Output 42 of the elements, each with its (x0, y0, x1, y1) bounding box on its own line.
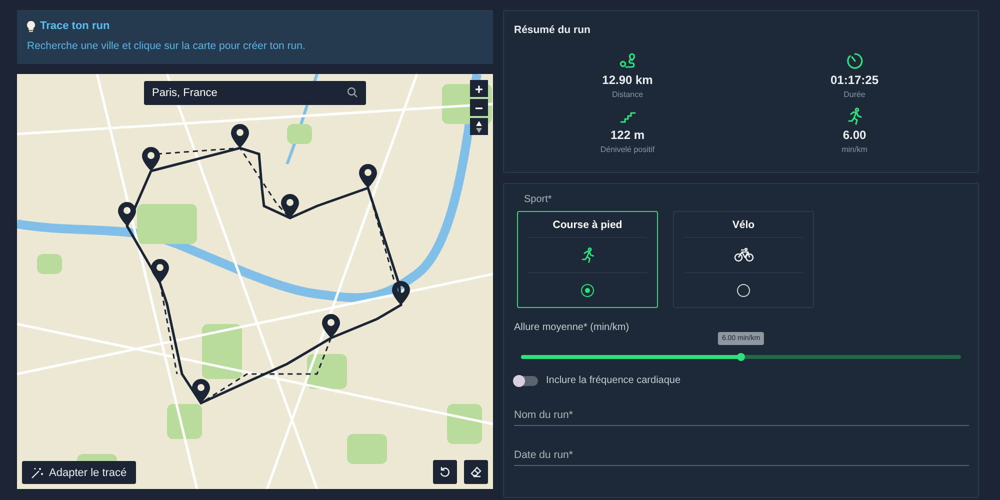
slider-thumb[interactable] (737, 353, 745, 361)
undo-button[interactable] (433, 460, 457, 484)
compass-button[interactable] (470, 118, 488, 135)
stat-value: 01:17:25 (830, 73, 879, 87)
route-with-pins-drawing[interactable] (118, 124, 410, 405)
stat-label: Durée (844, 90, 866, 99)
search-icon (347, 87, 358, 98)
runner-icon (846, 107, 864, 125)
map-view[interactable]: Paris, France + − Adapter le tracé (17, 74, 493, 489)
timer-icon (846, 52, 864, 70)
radio-button[interactable] (737, 284, 750, 297)
hint-title: Trace ton run (40, 20, 110, 32)
undo-icon (439, 466, 451, 478)
radio-button[interactable] (581, 284, 594, 297)
zoom-in-button[interactable]: + (470, 80, 488, 97)
toggle-label: Inclure la fréquence cardiaque (546, 375, 681, 386)
stat-label: Distance (612, 90, 644, 99)
zoom-out-button[interactable]: − (470, 99, 488, 116)
sport-option[interactable]: Course à pied (517, 211, 658, 308)
summary-title: Résumé du run (514, 24, 590, 36)
stat-value: 6.00 (842, 128, 866, 142)
toggle-switch[interactable] (514, 376, 538, 386)
stat-value: 122 m (610, 128, 645, 142)
stat-label: Dénivelé positif (600, 145, 655, 154)
stat-label: min/km (842, 145, 868, 154)
bicycle-icon (734, 247, 754, 264)
field-label: Allure moyenne* (min/km) (514, 322, 630, 333)
hint-text: Recherche une ville et clique sur la carte pour créer ton run. (27, 40, 306, 52)
field-label: Sport* (524, 194, 553, 205)
eraser-icon (470, 466, 482, 478)
lightbulb-icon (27, 20, 35, 32)
search-field[interactable]: Paris, France (144, 81, 366, 105)
compass-icon (476, 120, 482, 132)
eraser-button[interactable] (464, 460, 488, 484)
runner-icon (580, 247, 596, 264)
stat-value: 12.90 km (602, 73, 653, 87)
fit-route-button[interactable]: Adapter le tracé (22, 461, 136, 484)
text-field[interactable]: Date du run* (514, 445, 969, 466)
sport-option[interactable]: Vélo (673, 211, 814, 308)
magic-wand-icon (31, 466, 43, 478)
text-field[interactable]: Nom du run* (514, 405, 969, 426)
route-icon (618, 52, 636, 70)
